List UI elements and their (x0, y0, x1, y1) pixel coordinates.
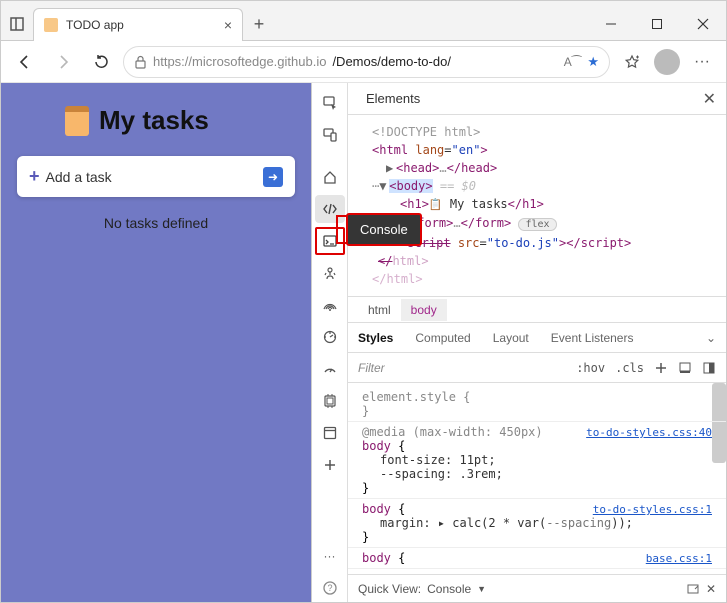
color-format-icon[interactable] (678, 361, 692, 375)
devtools-activity-bar: ··· ? Console (312, 83, 348, 602)
address-bar[interactable]: https://microsoftedge.github.io/Demos/de… (123, 46, 610, 78)
computed-tab[interactable]: Computed (415, 331, 470, 345)
lock-icon[interactable] (134, 55, 147, 69)
new-tab-button[interactable]: + (243, 8, 275, 40)
favorite-icon[interactable]: ★ (587, 54, 599, 70)
new-style-rule-icon[interactable] (654, 361, 668, 375)
submit-task-button[interactable]: ➜ (263, 167, 283, 187)
tab-title: TODO app (66, 18, 216, 32)
quickview-label: Quick View: (358, 582, 421, 596)
toggle-hov[interactable]: :hov (576, 361, 605, 375)
memory-tool-icon[interactable] (315, 355, 345, 383)
dom-tree[interactable]: <!DOCTYPE html> <html lang="en"> ▶<head>… (348, 115, 726, 297)
device-icon[interactable] (315, 121, 345, 149)
reader-mode-icon[interactable]: A⁀ (564, 55, 582, 69)
refresh-button[interactable] (85, 46, 117, 78)
tab-actions-icon[interactable] (1, 8, 33, 40)
layout-tab[interactable]: Layout (493, 331, 529, 345)
settings-icon[interactable]: ··· (315, 542, 345, 570)
close-devtools-icon[interactable]: ✕ (703, 89, 716, 109)
more-tools-icon[interactable] (315, 451, 345, 479)
toggle-cls[interactable]: .cls (615, 361, 644, 375)
maximize-button[interactable] (634, 8, 680, 40)
url-host: https://microsoftedge.github.io (153, 54, 326, 69)
crumb-html[interactable]: html (358, 299, 401, 321)
more-tabs-icon[interactable]: ⌄ (706, 331, 716, 345)
url-path: /Demos/demo-to-do/ (332, 54, 451, 69)
page-content: My tasks + Add a task ➜ No tasks defined (1, 83, 311, 602)
forward-button (47, 46, 79, 78)
drawer-close-icon[interactable]: ✕ (706, 582, 716, 596)
close-tab-icon[interactable]: × (224, 17, 232, 33)
inspect-icon[interactable] (315, 89, 345, 117)
network-tool-icon[interactable] (315, 291, 345, 319)
issues-icon[interactable] (686, 582, 700, 596)
elements-tab[interactable]: Elements (358, 91, 428, 106)
performance-tool-icon[interactable] (315, 323, 345, 351)
add-task-input[interactable]: + Add a task ➜ (17, 156, 295, 197)
page-title: My tasks (65, 105, 297, 136)
computed-toggle-icon[interactable] (702, 361, 716, 375)
source-link[interactable]: to-do-styles.css:1 (593, 503, 712, 516)
clipboard-icon (65, 106, 89, 136)
back-button[interactable] (9, 46, 41, 78)
console-tooltip: Console (346, 213, 422, 246)
dom-breadcrumb[interactable]: html body (348, 297, 726, 323)
event-listeners-tab[interactable]: Event Listeners (551, 331, 634, 345)
help-icon[interactable]: ? (315, 574, 345, 602)
welcome-icon[interactable] (315, 163, 345, 191)
favicon-icon (44, 18, 58, 32)
menu-button[interactable]: ··· (686, 46, 718, 78)
add-task-placeholder: Add a task (46, 169, 263, 185)
quickview-console[interactable]: Console (427, 582, 471, 596)
styles-pane[interactable]: element.style { } @media (max-width: 450… (348, 383, 726, 574)
security-tool-icon[interactable] (315, 419, 345, 447)
sources-tool-icon[interactable] (315, 259, 345, 287)
browser-tab[interactable]: TODO app × (33, 8, 243, 41)
close-window-button[interactable] (680, 8, 726, 40)
profile-avatar[interactable] (654, 49, 680, 75)
crumb-body[interactable]: body (401, 299, 447, 321)
plus-icon: + (29, 166, 40, 187)
empty-state: No tasks defined (15, 215, 297, 231)
collections-button[interactable] (616, 46, 648, 78)
source-link[interactable]: base.css:1 (646, 552, 712, 565)
svg-text:?: ? (327, 583, 332, 593)
application-tool-icon[interactable] (315, 387, 345, 415)
source-link[interactable]: to-do-styles.css:40 (586, 426, 712, 439)
styles-tab[interactable]: Styles (358, 331, 393, 345)
styles-filter-input[interactable]: Filter (358, 361, 566, 375)
minimize-button[interactable] (588, 8, 634, 40)
